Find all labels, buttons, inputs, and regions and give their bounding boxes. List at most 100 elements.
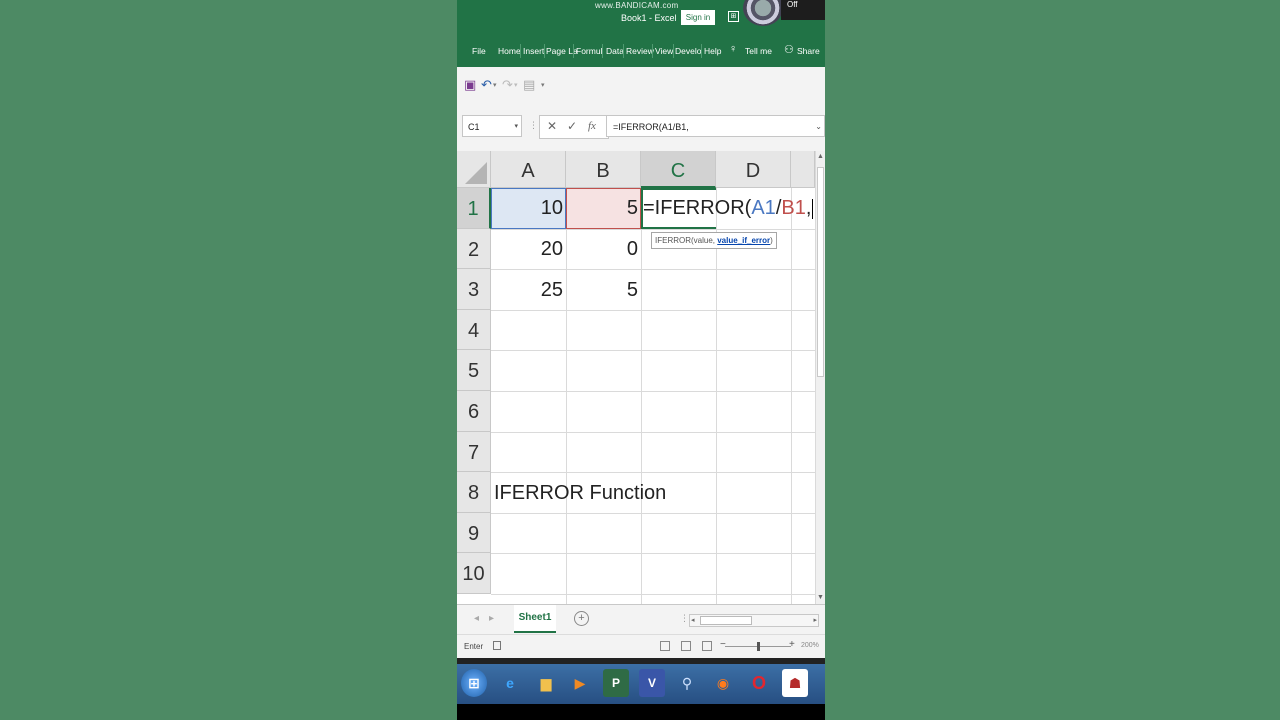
worksheet-grid[interactable]: A B C D 1 2 3 4 5 6 7 8 9 10 10 5 20 0 2… [457, 151, 825, 604]
tab-help[interactable]: Help [704, 46, 721, 56]
insert-function-button[interactable]: fx [588, 120, 596, 132]
zoom-in-button[interactable]: + [789, 639, 795, 650]
cell-a3[interactable]: 25 [491, 270, 563, 311]
enter-formula-button[interactable]: ✓ [567, 119, 577, 133]
column-header-a[interactable]: A [491, 151, 566, 188]
tooltip-signature: IFERROR(value, [655, 236, 718, 245]
prev-sheet-icon[interactable]: ◂ [474, 613, 479, 624]
formula-bar: C1 ▾ ⋮ ✕ ✓ fx =IFERROR(A1/B1, ⌄ [457, 103, 825, 151]
ribbon-display-options-icon[interactable]: ⊞ [728, 11, 739, 22]
tab-formulas[interactable]: Formul [576, 46, 602, 56]
cell-mode-status: Enter [464, 642, 484, 651]
title-bar: www.BANDICAM.com Book1 - Excel Sign in ⊞… [457, 0, 825, 34]
formula-input[interactable]: =IFERROR(A1/B1, ⌄ [606, 115, 825, 137]
firefox-icon[interactable]: ◉ [710, 669, 736, 697]
customize-toolbar-icon[interactable]: ▾ [541, 81, 545, 89]
file-explorer-icon[interactable]: ▆ [533, 669, 559, 697]
expand-formula-bar-icon[interactable]: ⌄ [815, 116, 822, 138]
column-header-c[interactable]: C [641, 151, 716, 188]
ribbon-tabs: File Home Insert Page La Formul Data Rev… [457, 34, 825, 67]
zoom-slider-handle[interactable] [757, 642, 760, 651]
row-header-6[interactable]: 6 [457, 391, 491, 432]
redo-dropdown-icon[interactable]: ▾ [514, 81, 518, 89]
sign-in-button[interactable]: Sign in [681, 10, 715, 25]
macro-recording-icon[interactable] [493, 641, 501, 650]
normal-view-icon[interactable] [660, 641, 670, 651]
recorder-webcam-icon [743, 0, 783, 26]
tab-developer[interactable]: Develo [675, 46, 701, 56]
start-button-icon[interactable]: ⊞ [461, 669, 487, 697]
row-header-4[interactable]: 4 [457, 309, 491, 351]
column-header-b[interactable]: B [566, 151, 641, 188]
tell-me-search[interactable]: Tell me [745, 46, 772, 56]
name-box-value: C1 [468, 122, 480, 132]
cell-a2[interactable]: 20 [491, 229, 563, 270]
share-person-icon: ⚇ [784, 44, 794, 56]
search-tool-icon[interactable]: ⚲ [674, 669, 700, 697]
row-header-10[interactable]: 10 [457, 553, 491, 594]
vertical-scroll-thumb[interactable] [817, 167, 824, 377]
tab-data[interactable]: Data [606, 46, 624, 56]
recorder-panel: Off [781, 0, 825, 20]
row-header-1[interactable]: 1 [457, 188, 491, 229]
zoom-out-button[interactable]: − [720, 639, 726, 650]
undo-dropdown-icon[interactable]: ▾ [493, 81, 497, 89]
formula-bar-grip-icon[interactable]: ⋮ [529, 120, 538, 131]
row-header-7[interactable]: 7 [457, 431, 491, 473]
tab-view[interactable]: View [655, 46, 673, 56]
formula-buttons: ✕ ✓ fx [539, 115, 609, 139]
share-button[interactable]: Share [797, 46, 820, 56]
redo-icon[interactable]: ↷ [502, 77, 513, 93]
visio-app-icon[interactable]: V [639, 669, 665, 697]
page-layout-view-icon[interactable] [681, 641, 691, 651]
app-mascot-icon[interactable]: ☗ [782, 669, 808, 697]
cell-a8[interactable]: IFERROR Function [494, 473, 666, 514]
tab-home[interactable]: Home [498, 46, 521, 56]
zoom-level[interactable]: 200% [801, 642, 819, 649]
cell-a1[interactable]: 10 [491, 188, 563, 229]
row-header-2[interactable]: 2 [457, 228, 491, 270]
formula-prefix: =IFERROR( [643, 197, 752, 219]
tab-splitter-icon[interactable]: ⋮ [680, 613, 689, 624]
horizontal-scrollbar[interactable]: ◂ ▸ [689, 614, 819, 627]
scroll-left-icon[interactable]: ◂ [691, 616, 695, 624]
row-header-5[interactable]: 5 [457, 350, 491, 391]
formula-ref-b1: B1 [781, 197, 806, 219]
touch-mode-icon[interactable]: ▤ [523, 77, 535, 93]
column-header-e[interactable] [791, 151, 815, 188]
vertical-scrollbar[interactable]: ▲ ▼ [815, 151, 825, 604]
opera-icon[interactable]: O [746, 669, 772, 697]
next-sheet-icon[interactable]: ▸ [489, 613, 494, 624]
row-header-8[interactable]: 8 [457, 472, 491, 513]
add-sheet-button[interactable]: + [574, 611, 589, 626]
undo-icon[interactable]: ↶ [481, 77, 492, 93]
save-icon[interactable]: ▣ [464, 77, 476, 93]
media-player-icon[interactable]: ▶ [567, 669, 593, 697]
sheet-tab-sheet1[interactable]: Sheet1 [514, 605, 556, 633]
horizontal-scroll-thumb[interactable] [700, 616, 752, 625]
chevron-down-icon[interactable]: ▾ [514, 116, 518, 138]
sheet-tab-bar: ◂ ▸ Sheet1 + ⋮ ◂ ▸ [457, 604, 825, 635]
cell-b1[interactable]: 5 [566, 188, 638, 229]
scroll-down-icon[interactable]: ▼ [817, 594, 824, 601]
row-header-9[interactable]: 9 [457, 512, 491, 554]
function-tooltip: IFERROR(value, value_if_error) [651, 232, 777, 249]
tab-review[interactable]: Review [626, 46, 654, 56]
internet-explorer-icon[interactable]: e [497, 669, 523, 697]
tab-insert[interactable]: Insert [523, 46, 544, 56]
tooltip-close-paren: ) [770, 236, 773, 245]
scroll-up-icon[interactable]: ▲ [817, 153, 824, 160]
row-header-3[interactable]: 3 [457, 269, 491, 310]
page-break-view-icon[interactable] [702, 641, 712, 651]
tab-file[interactable]: File [472, 46, 486, 56]
cancel-formula-button[interactable]: ✕ [547, 119, 557, 133]
name-box[interactable]: C1 ▾ [462, 115, 522, 137]
project-app-icon[interactable]: P [603, 669, 629, 697]
cell-b2[interactable]: 0 [566, 229, 638, 270]
cell-b3[interactable]: 5 [566, 270, 638, 311]
tooltip-argument-link[interactable]: value_if_error [717, 236, 770, 245]
column-header-d[interactable]: D [716, 151, 791, 188]
scroll-right-icon[interactable]: ▸ [813, 616, 817, 624]
select-all-button[interactable] [457, 151, 491, 188]
in-cell-formula[interactable]: =IFERROR(A1/B1, [643, 188, 814, 229]
